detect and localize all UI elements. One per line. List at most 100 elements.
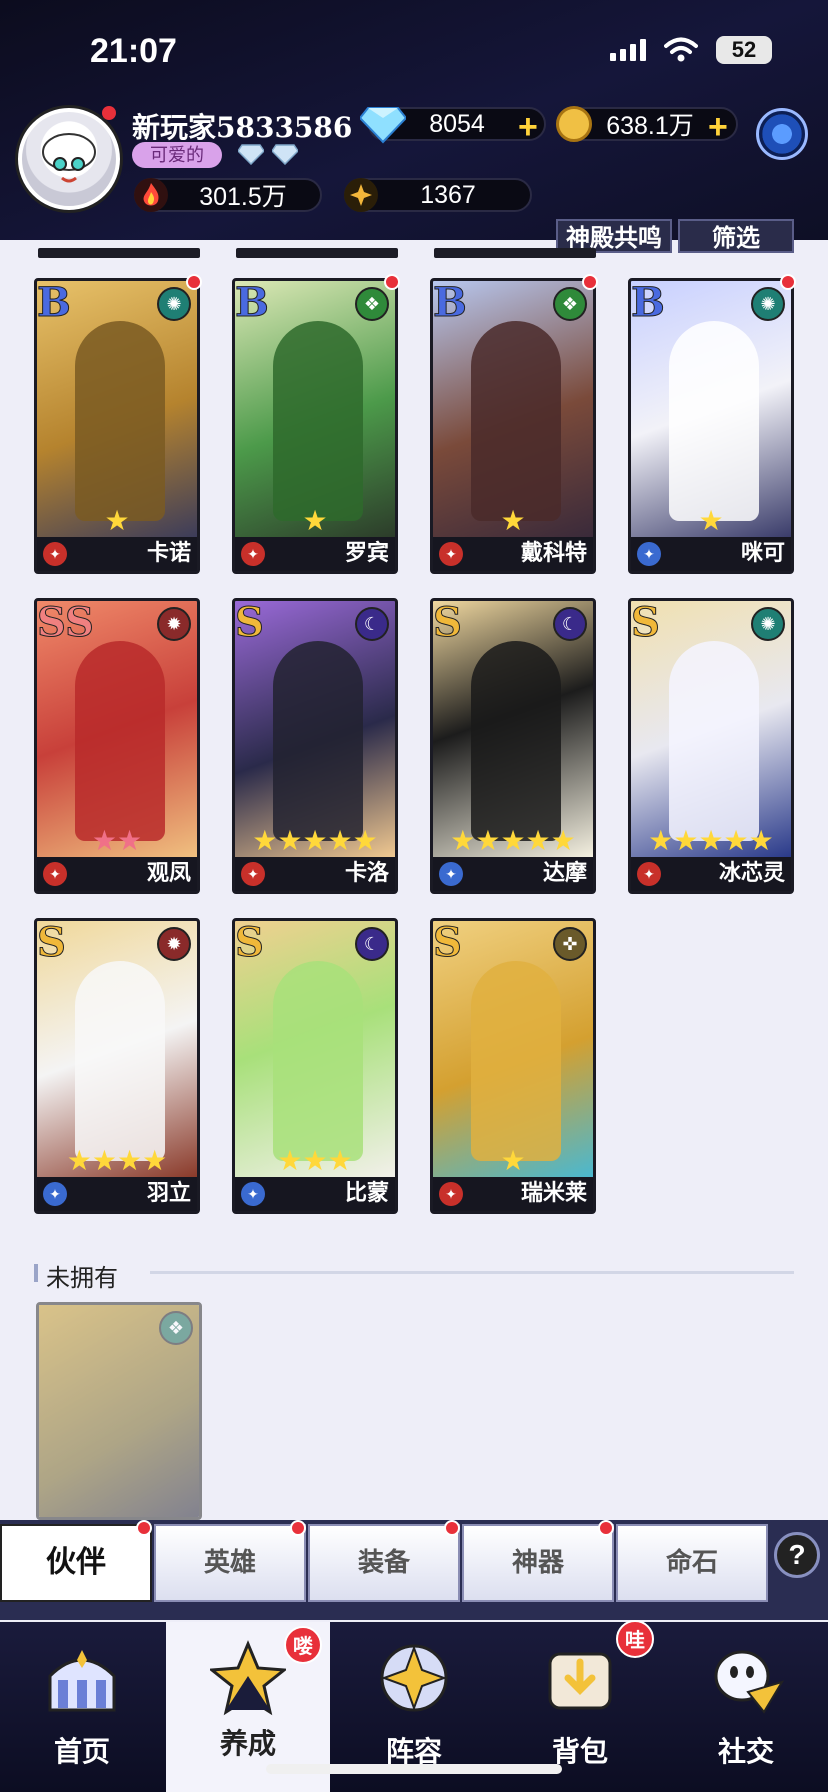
hero-card[interactable]: S ☾ ★★★ ✦ 比蒙 xyxy=(232,918,398,1214)
avatar-character-icon xyxy=(42,133,96,183)
rank-diamond-icon xyxy=(238,144,264,165)
hero-portrait xyxy=(273,321,363,521)
avatar-notification-dot xyxy=(102,106,116,120)
hero-class-icon: ✦ xyxy=(637,542,661,566)
hero-grade: S xyxy=(235,919,264,967)
filter-button[interactable]: 筛选 xyxy=(678,219,794,253)
hero-grade: B xyxy=(631,279,665,327)
develop-star-icon xyxy=(210,1640,286,1716)
hero-card[interactable]: S ✜ ★ ✦ 瑞米莱 xyxy=(430,918,596,1214)
hero-portrait xyxy=(471,961,561,1161)
hero-class-icon: ✦ xyxy=(439,862,463,886)
hero-star-rating: ★ xyxy=(500,1145,526,1176)
section-marker xyxy=(34,1264,38,1282)
hero-portrait xyxy=(669,641,759,841)
hero-star-rating: ★ xyxy=(698,505,724,536)
hero-grade: S xyxy=(235,599,264,647)
nav-develop-label: 养成 xyxy=(219,1727,276,1760)
nav-home[interactable]: 首页 xyxy=(0,1622,164,1792)
notification-dot xyxy=(598,1520,614,1536)
add-gold-button[interactable]: + xyxy=(708,110,728,144)
gems-value: 8054 xyxy=(429,109,485,138)
hero-grade: B xyxy=(37,279,71,327)
player-title-badge[interactable]: 可爱的 xyxy=(132,142,222,168)
hero-grade: SS xyxy=(37,599,94,647)
nature-element-icon: ❖ xyxy=(159,1311,193,1345)
hero-card[interactable]: S ☾ ★★★★★ ✦ 卡洛 xyxy=(232,598,398,894)
hero-portrait xyxy=(273,641,363,841)
status-time: 21:07 xyxy=(90,32,177,70)
hero-card[interactable]: S ✹ ★★★★ ✦ 羽立 xyxy=(34,918,200,1214)
previous-row-card-edge xyxy=(38,248,200,258)
rank-diamond-icon xyxy=(272,144,298,165)
hero-card[interactable]: B ❖ ★ ✦ 罗宾 xyxy=(232,278,398,574)
notification-dot xyxy=(186,274,202,290)
hero-star-rating: ★★★★★ xyxy=(252,825,378,856)
medal-star-icon xyxy=(344,178,378,212)
hero-class-icon: ✦ xyxy=(241,1182,265,1206)
hero-grade: S xyxy=(631,599,660,647)
hero-card[interactable]: S ✺ ★★★★★ ✦ 冰芯灵 xyxy=(628,598,794,894)
wifi-icon xyxy=(664,37,698,62)
hero-card[interactable]: B ❖ ★ ✦ 戴科特 xyxy=(430,278,596,574)
hero-star-rating: ★★★★ xyxy=(66,1145,168,1176)
hero-grade: S xyxy=(433,919,462,967)
tab-artifacts[interactable]: 神器 xyxy=(462,1524,614,1602)
temple-icon xyxy=(48,1650,116,1712)
flame-icon xyxy=(134,178,168,212)
tab-fate-stones[interactable]: 命石 xyxy=(616,1524,768,1602)
medal-value: 1367 xyxy=(420,180,476,209)
hero-name: 戴科特 xyxy=(520,540,587,566)
hero-star-rating: ★★★★★ xyxy=(450,825,576,856)
social-ghost-icon xyxy=(714,1650,784,1714)
add-gems-button[interactable]: + xyxy=(518,110,538,144)
nav-social[interactable]: 社交 xyxy=(664,1622,828,1792)
hero-name: 观凤 xyxy=(146,860,191,886)
wind-element-icon: ✺ xyxy=(751,287,785,321)
player-name: 新玩家5833586 xyxy=(132,111,353,144)
nav-home-label: 首页 xyxy=(53,1735,110,1768)
battery-indicator: 52 xyxy=(716,36,772,64)
hero-grade: S xyxy=(433,599,462,647)
tab-partner[interactable]: 伙伴 xyxy=(0,1524,152,1602)
hero-grade: S xyxy=(37,919,66,967)
fire-element-icon: ✹ xyxy=(157,607,191,641)
player-avatar[interactable] xyxy=(18,108,120,210)
moon-element-icon: ☾ xyxy=(355,607,389,641)
gold-coin-icon xyxy=(556,106,592,142)
help-icon[interactable]: ? xyxy=(774,1532,820,1578)
previous-row-card-edge xyxy=(434,248,596,258)
wind-element-icon: ✺ xyxy=(157,287,191,321)
unowned-section-label: 未拥有 xyxy=(46,1265,118,1292)
tab-equipment[interactable]: 装备 xyxy=(308,1524,460,1602)
hero-card[interactable]: B ✺ ★ ✦ 卡诺 xyxy=(34,278,200,574)
hero-star-rating: ★★ xyxy=(91,825,143,856)
hero-name: 咪可 xyxy=(740,540,785,566)
bag-icon xyxy=(548,1652,612,1710)
unowned-hero-card[interactable]: ❖ xyxy=(36,1302,202,1520)
fire-element-icon: ✹ xyxy=(157,927,191,961)
notification-dot xyxy=(444,1520,460,1536)
settings-gear-icon[interactable] xyxy=(756,108,808,160)
lineup-compass-icon xyxy=(380,1644,448,1712)
moon-element-icon: ☾ xyxy=(355,927,389,961)
hero-name: 卡诺 xyxy=(146,540,191,566)
hero-class-icon: ✦ xyxy=(439,1182,463,1206)
hero-class-icon: ✦ xyxy=(43,1182,67,1206)
wind-element-icon: ✺ xyxy=(751,607,785,641)
hero-class-icon: ✦ xyxy=(43,862,67,886)
hero-portrait xyxy=(75,961,165,1161)
hero-star-rating: ★ xyxy=(500,505,526,536)
hero-card[interactable]: B ✺ ★ ✦ 咪可 xyxy=(628,278,794,574)
hero-name: 羽立 xyxy=(146,1180,191,1206)
hero-portrait xyxy=(75,641,165,841)
notification-dot xyxy=(290,1520,306,1536)
hero-card[interactable]: S ☾ ★★★★★ ✦ 达摩 xyxy=(430,598,596,894)
home-indicator xyxy=(266,1764,562,1774)
hero-class-icon: ✦ xyxy=(241,862,265,886)
nature-element-icon: ❖ xyxy=(355,287,389,321)
hero-name: 达摩 xyxy=(542,860,587,886)
tab-heroes[interactable]: 英雄 xyxy=(154,1524,306,1602)
hero-card[interactable]: SS ✹ ★★ ✦ 观凤 xyxy=(34,598,200,894)
hero-name: 冰芯灵 xyxy=(718,860,785,886)
